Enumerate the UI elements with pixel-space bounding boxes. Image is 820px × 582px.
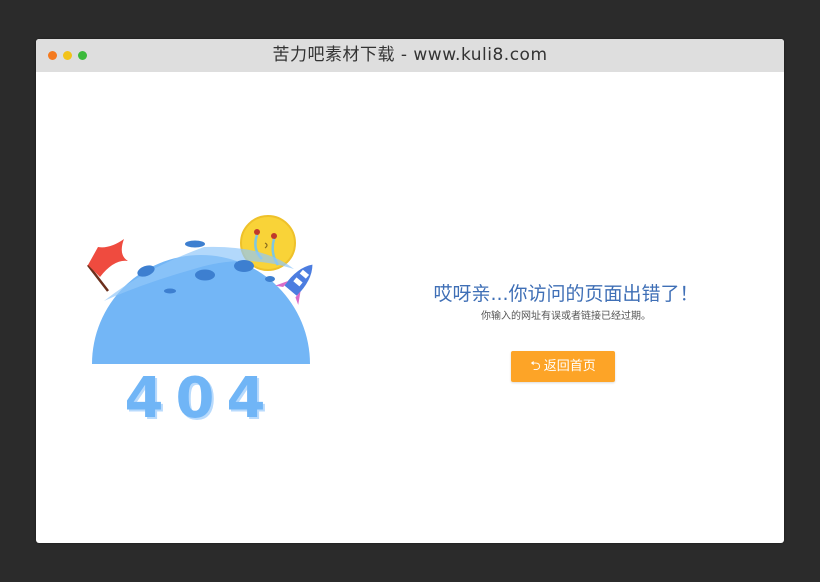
flag-icon — [87, 239, 128, 292]
return-arrow-icon: ⮌ — [530, 359, 541, 374]
browser-window: 苦力吧素材下载 - www.kuli8.com 404 404 哎呀亲...你访… — [36, 39, 784, 543]
error-code-graphic: 404 404 — [125, 366, 278, 424]
return-home-label: 返回首页 — [543, 359, 596, 374]
return-home-button[interactable]: ⮌ 返回首页 — [511, 351, 615, 382]
error-description: 你输入的网址有误或者链接已经过期。 — [481, 311, 651, 322]
error-illustration: 404 404 — [87, 215, 313, 424]
window-title: 苦力吧素材下载 - www.kuli8.com — [272, 45, 548, 65]
error-code: 404 — [125, 366, 278, 424]
title-bar: 苦力吧素材下载 - www.kuli8.com — [36, 39, 784, 72]
error-message: 哎呀亲...你访问的页面出错了！ 你输入的网址有误或者链接已经过期。 — [396, 280, 736, 324]
error-headline: 哎呀亲...你访问的页面出错了！ — [433, 283, 699, 305]
